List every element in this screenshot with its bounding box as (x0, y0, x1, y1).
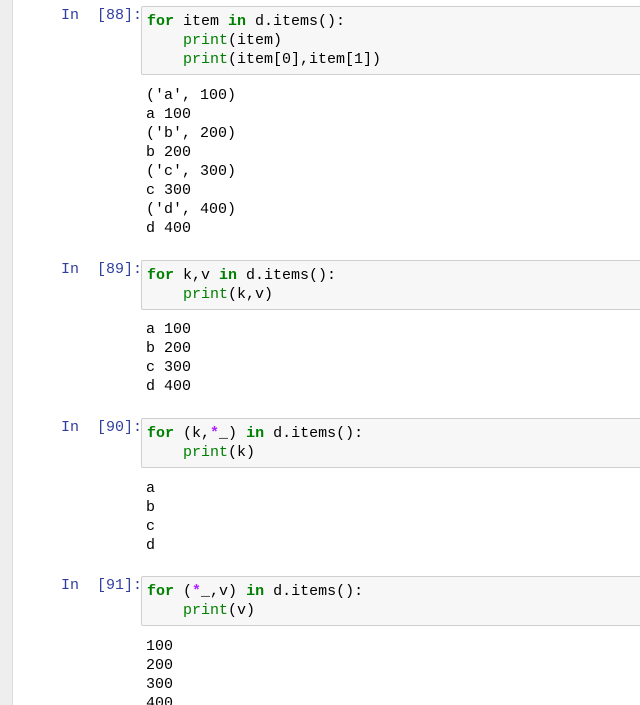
code-line: for (*_,v) in d.items(): (147, 582, 640, 601)
notebook-page: In [88]: for item in d.items(): print(it… (12, 0, 640, 705)
output-line: ('c', 300) (146, 163, 237, 180)
code-line: print(item[0],item[1]) (147, 50, 640, 69)
code-cell-91[interactable]: In [91]: for (*_,v) in d.items(): print(… (13, 570, 640, 705)
code-line: print(v) (147, 601, 640, 620)
code-text: item (174, 13, 229, 30)
code-text: d.items(): (264, 425, 364, 442)
input-prompt: In [89]: (61, 261, 143, 278)
code-keyword: for (147, 425, 175, 442)
code-keyword: for (147, 583, 175, 600)
output-line: c (146, 518, 156, 535)
input-prompt: In [88]: (61, 7, 143, 24)
code-text: (item[0],item[1]) (228, 51, 382, 68)
code-builtin: print (183, 444, 229, 461)
code-input[interactable]: for (k,*_) in d.items(): print(k) (141, 418, 640, 468)
code-text: d.items(): (264, 583, 364, 600)
code-line: print(k) (147, 443, 640, 462)
input-prompt: In [90]: (61, 419, 143, 436)
code-builtin: print (183, 51, 229, 68)
cell-output: a 100 b 200 c 300 d 400 (146, 320, 626, 396)
code-keyword: in (246, 583, 265, 600)
output-line: d (146, 537, 156, 554)
output-line: b (146, 499, 156, 516)
code-operator: * (210, 425, 220, 442)
code-builtin: print (183, 602, 229, 619)
code-line: for k,v in d.items(): (147, 266, 640, 285)
code-builtin: print (183, 32, 229, 49)
code-builtin: print (183, 286, 229, 303)
code-text: (k, (174, 425, 211, 442)
code-line: for (k,*_) in d.items(): (147, 424, 640, 443)
code-cell-90[interactable]: In [90]: for (k,*_) in d.items(): print(… (13, 412, 640, 562)
code-text: (k,v) (228, 286, 274, 303)
code-cell-88[interactable]: In [88]: for item in d.items(): print(it… (13, 0, 640, 250)
input-prompt: In [91]: (61, 577, 143, 594)
code-keyword: for (147, 267, 175, 284)
output-line: d 400 (146, 378, 192, 395)
output-line: c 300 (146, 182, 192, 199)
output-line: 200 (146, 657, 174, 674)
code-text: _) (219, 425, 247, 442)
output-line: b 200 (146, 144, 192, 161)
code-cell-89[interactable]: In [89]: for k,v in d.items(): print(k,v… (13, 254, 640, 404)
output-line: a (146, 480, 156, 497)
code-keyword: in (228, 13, 247, 30)
output-line: 100 (146, 638, 174, 655)
code-text: d.items(): (246, 13, 346, 30)
code-text: (item) (228, 32, 283, 49)
output-line: a 100 (146, 106, 192, 123)
code-line: for item in d.items(): (147, 12, 640, 31)
code-text: ( (174, 583, 193, 600)
code-text: k,v (174, 267, 220, 284)
output-line: 300 (146, 676, 174, 693)
code-keyword: for (147, 13, 175, 30)
code-keyword: in (246, 425, 265, 442)
cell-output: ('a', 100) a 100 ('b', 200) b 200 ('c', 300)… (146, 86, 626, 238)
output-line: c 300 (146, 359, 192, 376)
output-line: d 400 (146, 220, 192, 237)
cell-output: abcd (146, 479, 626, 555)
cell-output: 100 200 300 400 (146, 637, 626, 705)
code-input[interactable]: for item in d.items(): print(item) print… (141, 6, 640, 75)
output-line: ('a', 100) (146, 87, 237, 104)
code-text: (v) (228, 602, 256, 619)
output-line: ('b', 200) (146, 125, 237, 142)
code-line: print(k,v) (147, 285, 640, 304)
output-line: b 200 (146, 340, 192, 357)
code-line: print(item) (147, 31, 640, 50)
code-text: (k) (228, 444, 256, 461)
code-input[interactable]: for (*_,v) in d.items(): print(v) (141, 576, 640, 626)
code-input[interactable]: for k,v in d.items(): print(k,v) (141, 260, 640, 310)
code-operator: * (192, 583, 202, 600)
code-keyword: in (219, 267, 238, 284)
output-line: 400 (146, 695, 174, 705)
output-line: a 100 (146, 321, 192, 338)
code-text: _,v) (201, 583, 247, 600)
code-text: d.items(): (237, 267, 337, 284)
output-line: ('d', 400) (146, 201, 237, 218)
